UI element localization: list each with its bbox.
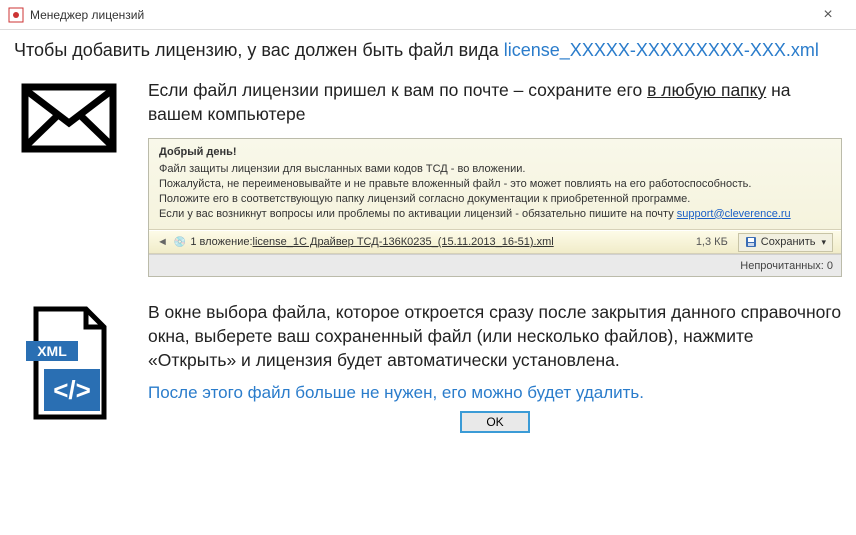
section2-paragraph: В окне выбора файла, которое откроется с… [148, 301, 842, 372]
attachment-icon: 💿 [174, 236, 186, 250]
header-prefix: Чтобы добавить лицензию, у вас должен бы… [14, 40, 504, 60]
attachment-bar: ◄ 💿 1 вложение: license_1С Драйвер ТСД-1… [149, 230, 841, 254]
email-greeting: Добрый день! [159, 145, 831, 160]
support-email-link[interactable]: support@cleverence.ru [677, 208, 791, 220]
xml-file-icon: XML </> [14, 301, 124, 432]
any-folder-link[interactable]: в любую папку [647, 80, 766, 100]
email-line1: Файл защиты лицензии для высланных вами … [159, 162, 831, 177]
section1-text: Если файл лицензии пришел к вам по почте… [148, 79, 842, 126]
email-line4: Если у вас возникнут вопросы или проблем… [159, 207, 831, 222]
section-xml: XML </> В окне выбора файла, которое отк… [14, 301, 842, 432]
email-line3: Положите его в соответствующую папку лиц… [159, 192, 831, 207]
email-preview: Добрый день! Файл защиты лицензии для вы… [148, 138, 842, 277]
app-icon [8, 7, 24, 23]
header-text: Чтобы добавить лицензию, у вас должен бы… [0, 30, 856, 71]
dropdown-icon: ▾ [821, 236, 826, 248]
ok-button[interactable]: OK [461, 412, 528, 432]
svg-text:XML: XML [37, 343, 67, 359]
envelope-icon [14, 79, 124, 277]
header-filename: license_XXXXX-XXXXXXXXX-XXX.xml [504, 40, 819, 60]
attachment-label: 1 вложение: [190, 235, 252, 250]
svg-text:</>: </> [53, 375, 91, 405]
email-status-bar: Непрочитанных: 0 [149, 254, 841, 276]
section-email: Если файл лицензии пришел к вам по почте… [14, 79, 842, 277]
disk-icon [745, 236, 757, 248]
unread-count: Непрочитанных: 0 [740, 259, 833, 274]
email-body: Добрый день! Файл защиты лицензии для вы… [149, 139, 841, 230]
section2-afternote: После этого файл больше не нужен, его мо… [148, 382, 842, 405]
email-line2: Пожалуйста, не переименовывайте и не пра… [159, 177, 831, 192]
attachment-size: 1,3 КБ [696, 235, 728, 250]
window-titlebar: Менеджер лицензий × [0, 0, 856, 30]
close-button[interactable]: × [808, 6, 848, 24]
window-title: Менеджер лицензий [30, 8, 808, 22]
attachment-filename[interactable]: license_1С Драйвер ТСД-136К0235_(15.11.2… [253, 235, 554, 250]
save-attachment-button[interactable]: Сохранить ▾ [738, 233, 833, 252]
expand-icon[interactable]: ◄ [157, 235, 168, 250]
